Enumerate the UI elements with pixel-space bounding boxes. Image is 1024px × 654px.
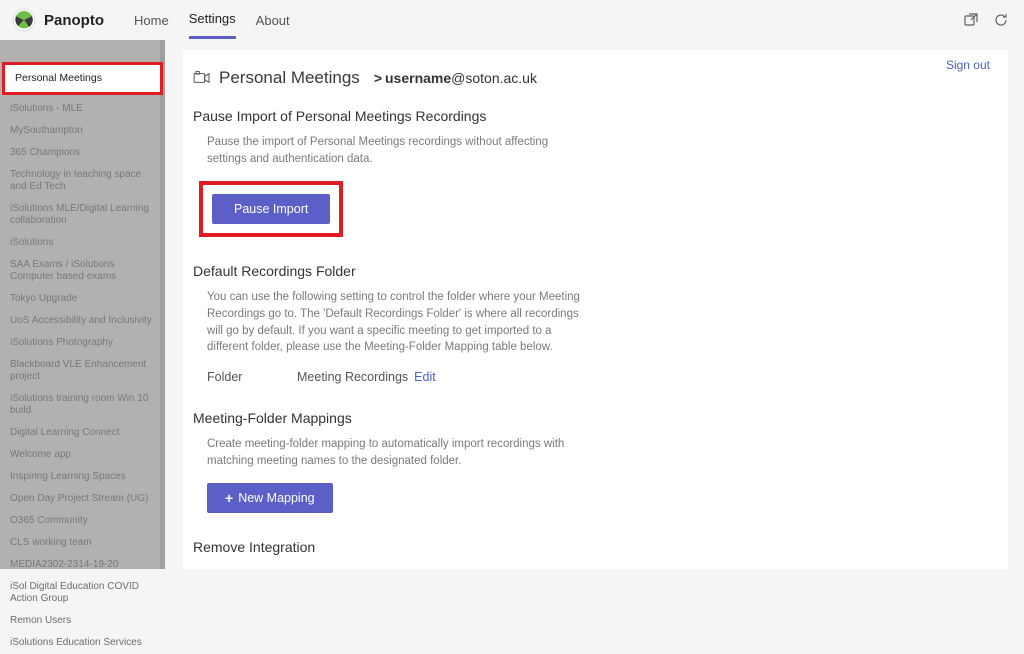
folder-value: Meeting Recordings [297, 370, 408, 384]
section-remove-integration: Remove Integration Once this integration… [193, 531, 793, 567]
section-heading: Pause Import of Personal Meetings Record… [193, 108, 793, 124]
section-mappings: Meeting-Folder Mappings Create meeting-f… [193, 402, 793, 531]
section-desc: You can use the following setting to con… [207, 289, 587, 356]
breadcrumb-user: >username@soton.ac.uk [374, 70, 537, 86]
username-bold: username [385, 70, 451, 86]
content-scroll[interactable]: Pause Import of Personal Meetings Record… [183, 100, 1008, 567]
meetings-icon [193, 71, 211, 85]
plus-icon: + [225, 491, 233, 505]
page-title-row: Personal Meetings >username@soton.ac.uk [183, 50, 1008, 100]
popout-icon[interactable] [963, 12, 979, 28]
app-name: Panopto [44, 12, 104, 29]
sidebar-item-personal-meetings[interactable]: Personal Meetings [2, 62, 163, 95]
new-mapping-label: New Mapping [238, 491, 314, 505]
panopto-logo-icon [12, 8, 36, 32]
main-panel: Sign out Personal Meetings >username@sot… [183, 50, 1008, 569]
nav-about[interactable]: About [256, 3, 290, 38]
section-heading: Meeting-Folder Mappings [193, 410, 793, 426]
highlight-box: Pause Import [199, 181, 343, 237]
username-domain: @soton.ac.uk [451, 70, 537, 86]
sidebar: Personal Meetings iSolutions - MLE MySou… [0, 40, 165, 569]
sidebar-item[interactable]: Remon Users [0, 610, 165, 632]
page-title: Personal Meetings [219, 68, 360, 88]
nav-home[interactable]: Home [134, 3, 169, 38]
new-mapping-button[interactable]: + New Mapping [207, 483, 333, 513]
app-header: Panopto Home Settings About [0, 0, 1024, 40]
section-heading: Default Recordings Folder [193, 263, 793, 279]
chevron-right-icon: > [374, 70, 382, 86]
folder-row: Folder Meeting Recordings Edit [207, 370, 793, 384]
sidebar-item[interactable]: iSol Digital Education COVID Action Grou… [0, 576, 165, 610]
edit-folder-link[interactable]: Edit [414, 370, 436, 384]
sidebar-dim-overlay [0, 40, 165, 569]
section-desc: Once this integration is removed, all yo… [207, 565, 587, 567]
sidebar-item[interactable]: iSolutions Education Services [0, 632, 165, 654]
refresh-icon[interactable] [993, 12, 1009, 28]
folder-label: Folder [207, 370, 297, 384]
sign-out-link[interactable]: Sign out [946, 58, 990, 72]
section-desc: Pause the import of Personal Meetings re… [207, 134, 587, 167]
nav-settings[interactable]: Settings [189, 1, 236, 39]
pause-import-button[interactable]: Pause Import [212, 194, 330, 224]
body: Personal Meetings iSolutions - MLE MySou… [0, 40, 1024, 569]
section-heading: Remove Integration [193, 539, 793, 555]
section-pause-import: Pause Import of Personal Meetings Record… [193, 100, 793, 255]
section-desc: Create meeting-folder mapping to automat… [207, 436, 587, 469]
section-default-folder: Default Recordings Folder You can use th… [193, 255, 793, 402]
